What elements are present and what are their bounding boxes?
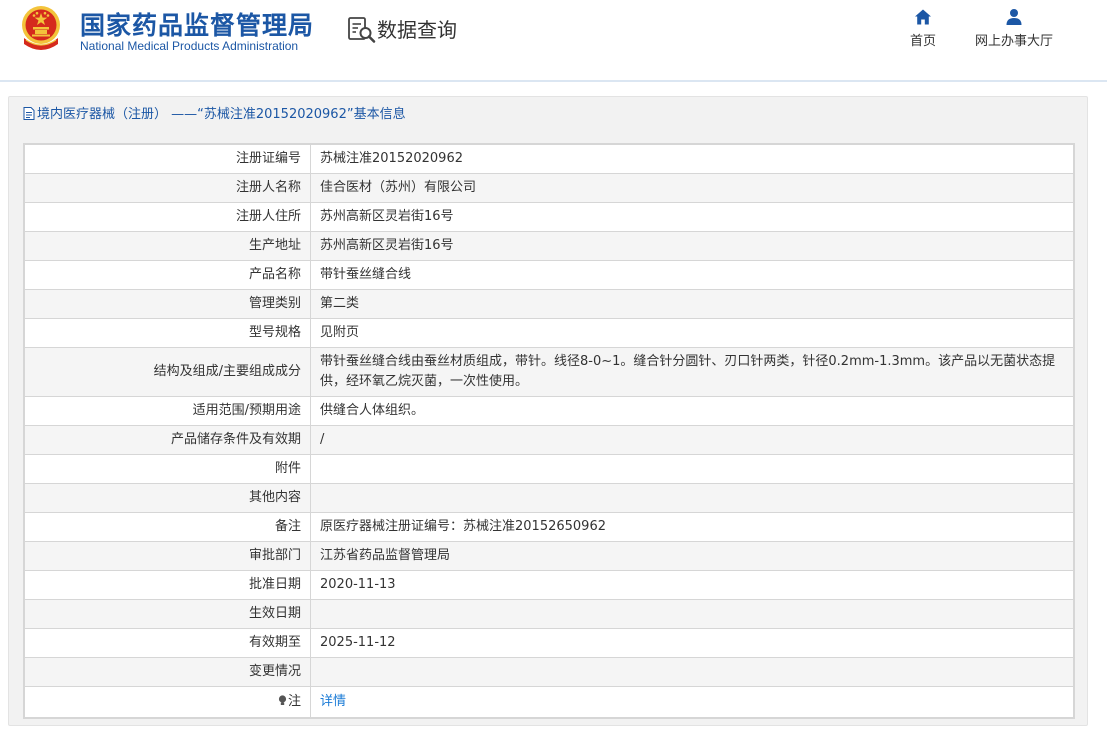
- nav-online-hall-link[interactable]: 网上办事大厅: [972, 8, 1056, 49]
- field-label: 有效期至: [24, 628, 311, 658]
- nav-home-label: 首页: [909, 34, 936, 49]
- site-header: 国家药品监督管理局 National Medical Products Admi…: [0, 0, 1107, 81]
- table-row: 变更情况: [24, 657, 1074, 687]
- field-value: 苏械注准20152020962: [310, 144, 1074, 174]
- nav-online-hall-label: 网上办事大厅: [974, 34, 1053, 49]
- field-value: 江苏省药品监督管理局: [310, 541, 1074, 571]
- data-query-icon: [348, 17, 376, 43]
- table-row: 型号规格 见附页: [24, 318, 1074, 348]
- field-value: 苏州高新区灵岩街16号: [310, 231, 1074, 261]
- table-row: 其他内容: [24, 483, 1074, 513]
- field-value: 带针蚕丝缝合线由蚕丝材质组成，带针。线径8-0~1。缝合针分圆针、刃口针两类，针…: [310, 347, 1074, 397]
- user-icon: [1006, 9, 1022, 25]
- home-icon: [915, 9, 931, 25]
- field-label: 产品名称: [24, 260, 311, 290]
- table-row: 生效日期: [24, 599, 1074, 629]
- field-label: 生产地址: [24, 231, 311, 261]
- field-label: 管理类别: [24, 289, 311, 319]
- field-label: 注册人住所: [24, 202, 311, 232]
- site-logo-subtitle[interactable]: National Medical Products Administration: [80, 39, 298, 53]
- field-label: 其他内容: [24, 483, 311, 513]
- section-title: 数据查询: [377, 18, 457, 42]
- field-value: 2025-11-12: [310, 628, 1074, 658]
- table-row: 注册人名称 佳合医材（苏州）有限公司: [24, 173, 1074, 203]
- note-value-cell: 详情: [310, 686, 1074, 718]
- table-row: 有效期至 2025-11-12: [24, 628, 1074, 658]
- field-value: [310, 657, 1074, 687]
- lightbulb-icon: [278, 695, 287, 705]
- field-value: 2020-11-13: [310, 570, 1074, 600]
- field-value: [310, 483, 1074, 513]
- field-value: 第二类: [310, 289, 1074, 319]
- detail-panel: 境内医疗器械（注册） ——“苏械注准20152020962”基本信息 注册证编号…: [8, 96, 1088, 726]
- field-label: 附件: [24, 454, 311, 484]
- field-label: 生效日期: [24, 599, 311, 629]
- table-row: 审批部门 江苏省药品监督管理局: [24, 541, 1074, 571]
- field-label: 型号规格: [24, 318, 311, 348]
- field-value: 供缝合人体组织。: [310, 396, 1074, 426]
- note-row: 注 详情: [24, 686, 1074, 718]
- field-value: [310, 599, 1074, 629]
- panel-title-text: 境内医疗器械（注册） ——“苏械注准20152020962”基本信息: [37, 107, 406, 122]
- table-row: 备注 原医疗器械注册证编号：苏械注准20152650962: [24, 512, 1074, 542]
- header-divider: [0, 80, 1107, 82]
- field-value: 苏州高新区灵岩街16号: [310, 202, 1074, 232]
- table-row: 附件: [24, 454, 1074, 484]
- field-label: 产品储存条件及有效期: [24, 425, 311, 455]
- field-label: 变更情况: [24, 657, 311, 687]
- panel-title: 境内医疗器械（注册） ——“苏械注准20152020962”基本信息: [9, 97, 1087, 133]
- table-row: 生产地址 苏州高新区灵岩街16号: [24, 231, 1074, 261]
- details-link[interactable]: 详情: [320, 694, 346, 709]
- site-logo-title[interactable]: 国家药品监督管理局: [80, 6, 314, 42]
- field-value: 带针蚕丝缝合线: [310, 260, 1074, 290]
- table-row: 批准日期 2020-11-13: [24, 570, 1074, 600]
- field-label: 备注: [24, 512, 311, 542]
- field-label: 注册证编号: [24, 144, 311, 174]
- table-row: 结构及组成/主要组成成分 带针蚕丝缝合线由蚕丝材质组成，带针。线径8-0~1。缝合…: [24, 347, 1074, 397]
- field-label: 批准日期: [24, 570, 311, 600]
- document-icon: [23, 107, 35, 120]
- note-label-cell: 注: [24, 686, 311, 718]
- note-label: 注: [287, 694, 301, 709]
- table-row: 适用范围/预期用途 供缝合人体组织。: [24, 396, 1074, 426]
- info-table: 注册证编号 苏械注准20152020962 注册人名称 佳合医材（苏州）有限公司 注册人…: [24, 144, 1074, 718]
- national-emblem-icon: [22, 6, 60, 50]
- field-value: [310, 454, 1074, 484]
- table-row: 注册证编号 苏械注准20152020962: [24, 144, 1074, 174]
- table-row: 产品名称 带针蚕丝缝合线: [24, 260, 1074, 290]
- nav-home-link[interactable]: 首页: [906, 8, 940, 49]
- table-row: 管理类别 第二类: [24, 289, 1074, 319]
- field-label: 审批部门: [24, 541, 311, 571]
- field-value: 见附页: [310, 318, 1074, 348]
- field-label: 结构及组成/主要组成成分: [24, 347, 311, 397]
- info-table-wrapper: 注册证编号 苏械注准20152020962 注册人名称 佳合医材（苏州）有限公司 注册人…: [23, 143, 1075, 719]
- field-value: 原医疗器械注册证编号：苏械注准20152650962: [310, 512, 1074, 542]
- table-row: 注册人住所 苏州高新区灵岩街16号: [24, 202, 1074, 232]
- table-row: 产品储存条件及有效期 /: [24, 425, 1074, 455]
- field-value: /: [310, 425, 1074, 455]
- field-label: 适用范围/预期用途: [24, 396, 311, 426]
- field-value: 佳合医材（苏州）有限公司: [310, 173, 1074, 203]
- field-label: 注册人名称: [24, 173, 311, 203]
